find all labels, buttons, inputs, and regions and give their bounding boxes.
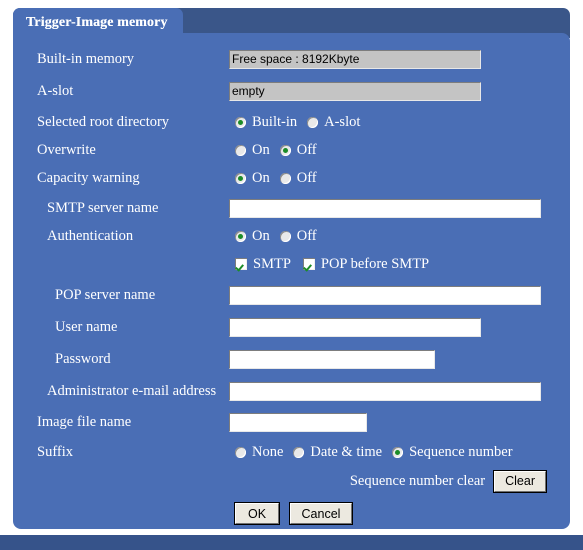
checkbox-indicator-pop-before-smtp: [302, 258, 315, 270]
row-authentication: Authentication On Off: [13, 222, 570, 250]
radio-indicator-suffix-sequence-number: [392, 446, 404, 458]
label-pop-server-name: POP server name: [55, 287, 156, 303]
pop-server-name-input[interactable]: [229, 285, 541, 305]
checkbox-indicator-smtp: [235, 258, 247, 270]
checkbox-smtp[interactable]: SMTP: [235, 255, 291, 273]
label-overwrite: Overwrite: [37, 142, 96, 158]
row-a-slot: A-slot: [13, 77, 570, 105]
radio-indicator-suffix-date-time: [293, 446, 305, 458]
a-slot-field[interactable]: [229, 81, 481, 101]
row-user-name: User name: [13, 313, 570, 341]
window-footer-bar: [0, 535, 583, 550]
label-user-name: User name: [55, 319, 118, 335]
radio-indicator-auth-off: [279, 230, 291, 242]
radio-overwrite-off[interactable]: Off: [279, 141, 317, 159]
radio-label-auth-on: On: [252, 228, 270, 244]
radio-authentication-on[interactable]: On: [235, 227, 270, 245]
radio-authentication-off[interactable]: Off: [279, 227, 317, 245]
radio-suffix-sequence-number[interactable]: Sequence number: [392, 443, 513, 461]
radio-label-overwrite-on: On: [252, 142, 270, 158]
label-sequence-number-clear: Sequence number clear: [349, 473, 486, 489]
row-image-file-name: Image file name: [13, 408, 570, 436]
row-administrator-email: Administrator e-mail address: [13, 377, 570, 405]
radio-indicator-overwrite-off: [279, 144, 291, 156]
radio-capacity-off[interactable]: Off: [279, 169, 317, 187]
radio-label-suffix-none: None: [252, 444, 284, 460]
ok-button[interactable]: OK: [234, 502, 280, 525]
label-password: Password: [55, 351, 111, 367]
tab-label: Trigger-Image memory: [26, 15, 168, 30]
radio-indicator-overwrite-on: [235, 144, 246, 156]
radio-indicator-aslot: [307, 116, 319, 128]
radio-suffix-date-time[interactable]: Date & time: [293, 443, 382, 461]
row-builtin-memory: Built-in memory: [13, 45, 570, 73]
checkbox-label-pop-before-smtp: POP before SMTP: [320, 256, 430, 272]
radio-root-aslot[interactable]: A-slot: [307, 113, 360, 131]
row-sequence-number-clear: Sequence number clear Clear: [13, 469, 570, 494]
radio-label-capacity-on: On: [252, 170, 270, 186]
administrator-email-input[interactable]: [229, 381, 541, 401]
radio-label-capacity-off: Off: [296, 170, 317, 186]
smtp-server-name-input[interactable]: [229, 198, 541, 218]
row-overwrite: Overwrite On Off: [13, 136, 570, 164]
label-suffix: Suffix: [37, 444, 73, 460]
label-image-file-name: Image file name: [37, 414, 132, 430]
builtin-memory-field[interactable]: [229, 49, 481, 69]
label-capacity-warning: Capacity warning: [37, 170, 140, 186]
radio-indicator-capacity-off: [279, 172, 291, 184]
radio-label-auth-off: Off: [296, 228, 317, 244]
label-selected-root-directory: Selected root directory: [37, 114, 170, 130]
label-builtin-memory: Built-in memory: [37, 51, 135, 67]
radio-indicator-capacity-on: [235, 172, 246, 184]
checkbox-label-smtp: SMTP: [253, 256, 291, 272]
radio-label-builtin: Built-in: [252, 114, 298, 130]
app-window: Trigger-Image memory Built-in memory A-s…: [0, 0, 583, 550]
radio-capacity-on[interactable]: On: [235, 169, 270, 187]
radio-label-suffix-sequence-number: Sequence number: [409, 444, 513, 460]
row-selected-root-directory: Selected root directory Built-in A-slot: [13, 108, 570, 136]
row-auth-methods: SMTP POP before SMTP: [13, 250, 570, 278]
label-administrator-email: Administrator e-mail address: [47, 383, 217, 399]
row-pop-server-name: POP server name: [13, 281, 570, 309]
settings-panel: Built-in memory A-slot Selected root dir…: [13, 33, 570, 529]
label-smtp-server-name: SMTP server name: [47, 200, 159, 216]
row-dialog-actions: OK Cancel: [13, 502, 570, 527]
label-a-slot: A-slot: [37, 83, 74, 99]
cancel-button[interactable]: Cancel: [289, 502, 353, 525]
user-name-input[interactable]: [229, 317, 481, 337]
row-password: Password: [13, 345, 570, 373]
clear-button[interactable]: Clear: [493, 469, 547, 493]
label-authentication: Authentication: [47, 228, 134, 244]
radio-label-aslot: A-slot: [324, 114, 361, 130]
radio-indicator-builtin: [235, 116, 246, 128]
radio-root-builtin[interactable]: Built-in: [235, 113, 297, 131]
radio-label-suffix-date-time: Date & time: [310, 444, 383, 460]
password-input[interactable]: [229, 349, 435, 369]
radio-indicator-auth-on: [235, 230, 246, 242]
radio-indicator-suffix-none: [235, 446, 246, 458]
radio-label-overwrite-off: Off: [296, 142, 317, 158]
radio-suffix-none[interactable]: None: [235, 443, 283, 461]
radio-overwrite-on[interactable]: On: [235, 141, 270, 159]
row-capacity-warning: Capacity warning On Off: [13, 164, 570, 192]
checkbox-pop-before-smtp[interactable]: POP before SMTP: [302, 255, 430, 273]
image-file-name-input[interactable]: [229, 412, 367, 432]
row-smtp-server-name: SMTP server name: [13, 194, 570, 222]
row-suffix: Suffix None Date & time Sequence number: [13, 438, 570, 466]
